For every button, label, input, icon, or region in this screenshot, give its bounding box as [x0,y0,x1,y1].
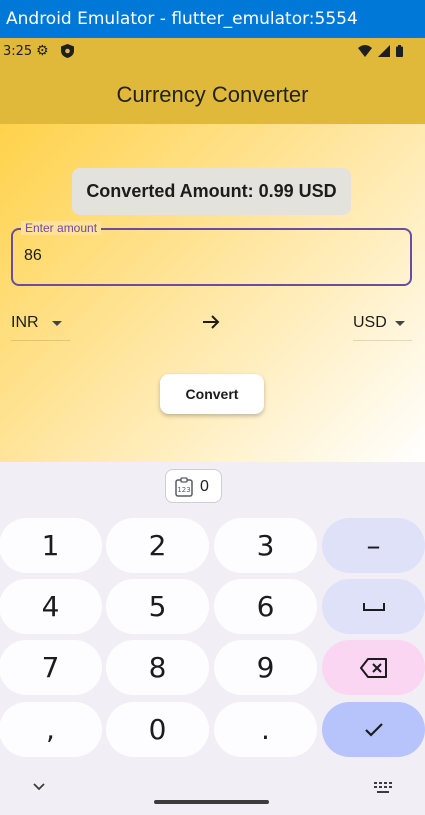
key-dash[interactable]: – [322,518,425,573]
key-8[interactable]: 8 [106,640,209,695]
check-icon [364,722,383,737]
key-4[interactable]: 4 [0,579,102,634]
amount-input-field[interactable]: Enter amount 86 [11,221,412,286]
amount-input[interactable]: 86 [24,247,42,265]
clipboard-suggestion-chip[interactable]: 123 0 [165,469,222,503]
app-bar: Currency Converter [0,66,425,124]
chevron-down-icon [395,321,405,326]
key-6[interactable]: 6 [214,579,317,634]
to-currency-value: USD [353,314,387,331]
converted-amount-label: Converted Amount: 0.99 USD [72,168,351,215]
backspace-icon [359,657,387,678]
keyboard-switch-icon[interactable] [374,782,392,794]
navigation-handle[interactable] [154,800,269,804]
battery-icon [396,45,403,57]
from-currency-value: INR [11,314,39,331]
done-key[interactable] [322,702,425,757]
key-3[interactable]: 3 [214,518,317,573]
clipboard-value: 0 [200,478,209,495]
key-2[interactable]: 2 [106,518,209,573]
converter-body: Converted Amount: 0.99 USD Enter amount … [0,124,425,462]
status-time: 3:25 [3,44,33,59]
key-7[interactable]: 7 [0,640,102,695]
key-1[interactable]: 1 [0,518,102,573]
gear-icon: ⚙ [36,43,49,59]
key-comma[interactable]: , [0,702,102,757]
status-bar: 3:25 ⚙ [0,38,425,66]
page-title: Currency Converter [116,82,309,107]
svg-text:123: 123 [177,486,190,494]
space-key[interactable] [322,579,425,634]
to-currency-dropdown[interactable]: USD [353,307,412,341]
from-currency-dropdown[interactable]: INR [11,307,70,341]
chevron-down-icon [52,321,62,326]
window-title: Android Emulator - flutter_emulator:5554 [6,9,358,29]
window-title-bar: Android Emulator - flutter_emulator:5554 [0,0,425,38]
key-period[interactable]: . [214,702,317,757]
key-9[interactable]: 9 [214,640,317,695]
clipboard-numbers-icon: 123 [175,477,193,497]
convert-button[interactable]: Convert [160,374,264,414]
hide-keyboard-icon[interactable] [32,782,46,792]
space-icon [362,602,385,611]
shield-icon [61,44,74,58]
key-0[interactable]: 0 [106,702,209,757]
arrow-right-icon [203,315,220,329]
backspace-key[interactable] [322,640,425,695]
key-5[interactable]: 5 [106,579,209,634]
wifi-icon [357,45,372,57]
amount-field-label: Enter amount [21,221,102,235]
numeric-keyboard: 123 0 1 2 3 – 4 5 6 7 8 9 , 0 . [0,462,425,815]
signal-icon [377,45,390,57]
